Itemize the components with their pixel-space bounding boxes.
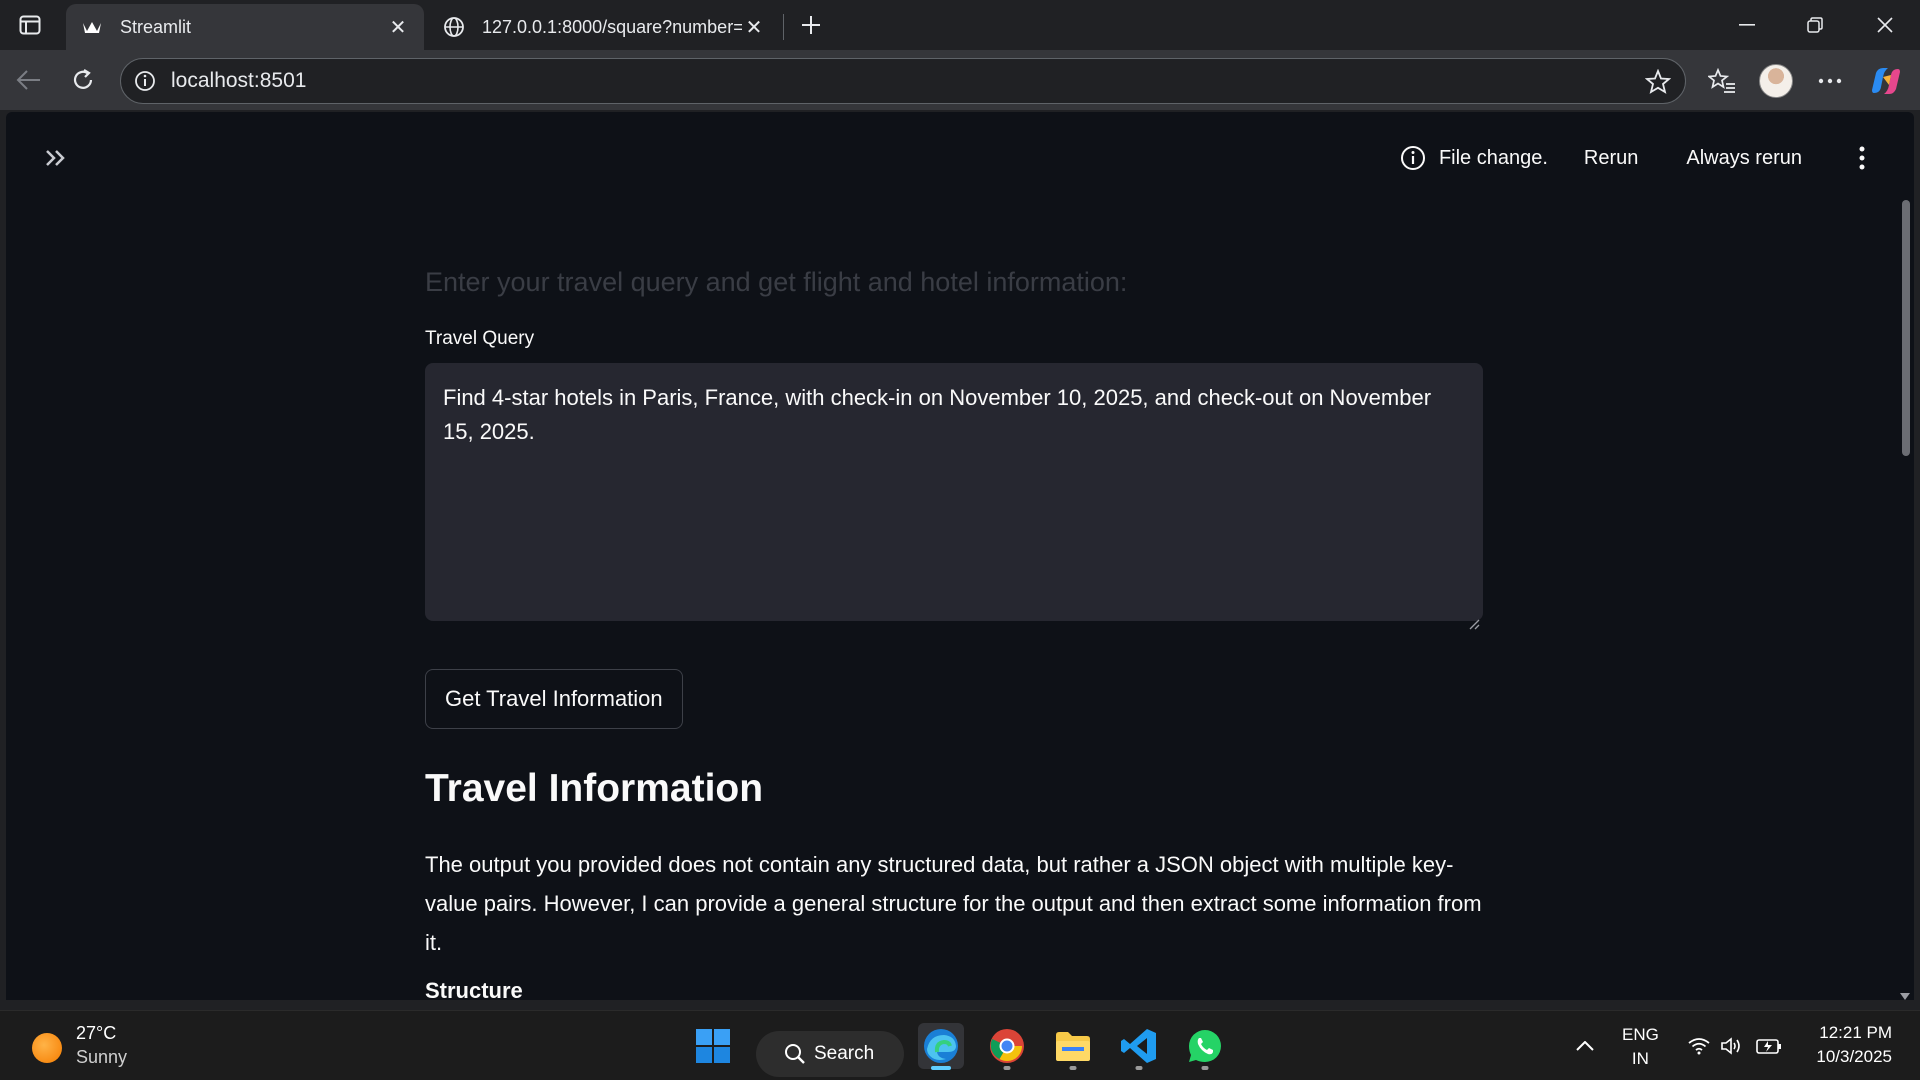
clock-time: 12:21 PM: [1819, 1023, 1892, 1042]
clock-date: 10/3/2025: [1816, 1047, 1892, 1066]
favorites-list-icon[interactable]: [1704, 63, 1740, 99]
new-tab-button[interactable]: [796, 10, 826, 40]
running-app-indicator: [1003, 1066, 1011, 1070]
copilot-icon[interactable]: [1868, 63, 1904, 99]
tab-localhost-square[interactable]: 127.0.0.1:8000/square?number=d ✕: [428, 4, 780, 50]
url-text: localhost:8501: [171, 69, 307, 92]
windows-taskbar: 27°C Sunny Search ENG IN 12:21 PM 10/3/2…: [0, 1010, 1920, 1080]
refresh-button[interactable]: [66, 63, 100, 97]
tab-actions-icon[interactable]: [14, 10, 46, 40]
result-paragraph: The output you provided does not contain…: [425, 852, 1482, 955]
get-travel-information-button[interactable]: Get Travel Information: [425, 669, 683, 729]
streamlit-app: File change. Rerun Always rerun Enter yo…: [6, 112, 1914, 1000]
minimize-button[interactable]: [1722, 8, 1772, 42]
windows-start-icon[interactable]: [690, 1023, 736, 1069]
favorite-star-icon[interactable]: [1644, 68, 1672, 95]
expand-sidebar-chevrons-icon[interactable]: [36, 140, 76, 176]
always-rerun-button[interactable]: Always rerun: [1686, 147, 1802, 170]
weather-temperature[interactable]: 27°C: [76, 1023, 116, 1044]
vscode-icon[interactable]: [1116, 1023, 1162, 1070]
search-icon: [785, 1044, 805, 1064]
screen: Streamlit ✕ 127.0.0.1:8000/square?number…: [0, 0, 1920, 1080]
resize-handle-icon[interactable]: [1468, 606, 1480, 630]
info-icon: [1399, 144, 1427, 172]
running-app-indicator: [1069, 1066, 1077, 1070]
show-hidden-icons-chevron-icon[interactable]: [1562, 1023, 1608, 1069]
chrome-icon[interactable]: [984, 1023, 1030, 1070]
back-button[interactable]: [12, 63, 46, 97]
language-secondary: IN: [1631, 1049, 1649, 1068]
running-app-indicator: [1201, 1066, 1209, 1070]
address-bar[interactable]: localhost:8501: [120, 58, 1686, 104]
browser-toolbar: localhost:8501: [0, 50, 1920, 110]
search-label: Search: [814, 1043, 875, 1064]
system-clock[interactable]: 12:21 PM 10/3/2025: [1816, 1021, 1892, 1069]
sun-weather-icon[interactable]: [32, 1033, 62, 1063]
tab-divider: [783, 14, 784, 40]
profile-avatar[interactable]: [1758, 63, 1794, 99]
more-options-icon[interactable]: [1812, 63, 1848, 99]
tab-close-icon[interactable]: ✕: [386, 15, 410, 39]
tab-streamlit[interactable]: Streamlit ✕: [66, 4, 424, 50]
scrollbar-thumb[interactable]: [1902, 200, 1910, 456]
globe-icon: [442, 15, 466, 39]
scroll-down-arrow-icon[interactable]: [1900, 988, 1910, 1000]
subheading: Enter your travel query and get flight a…: [425, 267, 1128, 297]
edge-browser-icon[interactable]: [918, 1023, 964, 1070]
tab-title: Streamlit: [120, 16, 192, 37]
travel-query-value: Find 4-star hotels in Paris, France, wit…: [443, 385, 1432, 444]
language-primary: ENG: [1622, 1025, 1659, 1044]
rerun-button[interactable]: Rerun: [1584, 147, 1638, 170]
file-change-message: File change.: [1438, 146, 1548, 169]
section-title: Travel Information: [425, 767, 764, 810]
file-explorer-icon[interactable]: [1050, 1023, 1096, 1070]
tab-title: 127.0.0.1:8000/square?number=d: [482, 16, 742, 37]
taskbar-search[interactable]: Search: [756, 1031, 904, 1077]
site-info-icon[interactable]: [133, 69, 157, 93]
streamlit-crown-icon: [80, 15, 104, 39]
weather-condition[interactable]: Sunny: [76, 1047, 127, 1068]
whatsapp-icon[interactable]: [1182, 1023, 1228, 1070]
battery-icon[interactable]: [1746, 1023, 1792, 1069]
structure-heading: Structure: [425, 978, 523, 1000]
travel-query-textarea[interactable]: Find 4-star hotels in Paris, France, wit…: [425, 363, 1483, 630]
main-menu-kebab-icon[interactable]: [1850, 143, 1874, 173]
restore-button[interactable]: [1790, 8, 1840, 42]
travel-query-label: Travel Query: [425, 328, 535, 349]
file-change-status-bar: File change. Rerun Always rerun: [1399, 138, 1874, 178]
tab-close-icon[interactable]: ✕: [742, 15, 766, 39]
browser-tab-strip: Streamlit ✕ 127.0.0.1:8000/square?number…: [0, 0, 1920, 50]
active-app-indicator: [931, 1066, 951, 1070]
language-indicator[interactable]: ENG IN: [1622, 1023, 1659, 1071]
running-app-indicator: [1135, 1066, 1143, 1070]
close-window-button[interactable]: [1860, 8, 1910, 42]
